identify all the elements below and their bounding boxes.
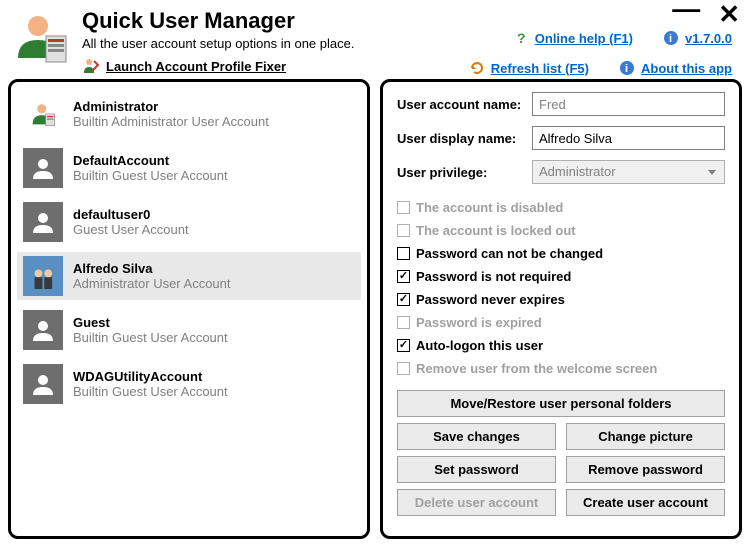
account-name-input[interactable] xyxy=(532,92,725,116)
set-password-button[interactable]: Set password xyxy=(397,456,556,483)
avatar xyxy=(23,310,63,350)
svg-text:i: i xyxy=(669,33,672,45)
user-desc: Builtin Guest User Account xyxy=(73,168,228,183)
privilege-select[interactable]: Administrator xyxy=(532,160,725,184)
minimize-button[interactable]: — xyxy=(672,4,700,24)
user-item[interactable]: DefaultAccountBuiltin Guest User Account xyxy=(17,144,361,192)
info-icon: i xyxy=(663,30,679,46)
refresh-link[interactable]: Refresh list (F5) xyxy=(469,60,589,76)
check-row[interactable]: Auto-logon this user xyxy=(397,338,725,353)
remove-password-button[interactable]: Remove password xyxy=(566,456,725,483)
user-desc: Builtin Guest User Account xyxy=(73,330,228,345)
user-info: defaultuser0Guest User Account xyxy=(73,207,189,237)
check-row: Remove user from the welcome screen xyxy=(397,361,725,376)
launch-fixer-link[interactable]: Launch Account Profile Fixer xyxy=(106,59,286,74)
avatar xyxy=(23,364,63,404)
window-controls: — ✕ xyxy=(672,4,740,24)
check-label: Password can not be changed xyxy=(416,246,603,261)
check-label: The account is locked out xyxy=(416,223,576,238)
user-list-panel: AdministratorBuiltin Administrator User … xyxy=(8,79,370,539)
app-icon xyxy=(12,8,72,68)
avatar xyxy=(23,256,63,296)
avatar xyxy=(23,94,63,134)
user-desc: Builtin Administrator User Account xyxy=(73,114,269,129)
account-name-row: User account name: xyxy=(397,92,725,116)
svg-text:i: i xyxy=(625,63,628,75)
display-name-input[interactable] xyxy=(532,126,725,150)
user-name: defaultuser0 xyxy=(73,207,189,222)
user-item[interactable]: Alfredo SilvaAdministrator User Account xyxy=(17,252,361,300)
create-user-button[interactable]: Create user account xyxy=(566,489,725,516)
check-row: The account is disabled xyxy=(397,200,725,215)
fixer-icon xyxy=(82,57,100,75)
checkbox[interactable] xyxy=(397,270,410,283)
check-label: Password is not required xyxy=(416,269,571,284)
user-desc: Builtin Guest User Account xyxy=(73,384,228,399)
display-name-label: User display name: xyxy=(397,131,532,146)
checkbox xyxy=(397,224,410,237)
user-info: DefaultAccountBuiltin Guest User Account xyxy=(73,153,228,183)
user-name: WDAGUtilityAccount xyxy=(73,369,228,384)
privilege-label: User privilege: xyxy=(397,165,532,180)
details-panel: User account name: User display name: Us… xyxy=(380,79,742,539)
svg-text:?: ? xyxy=(517,30,526,46)
user-name: Alfredo Silva xyxy=(73,261,231,276)
user-name: DefaultAccount xyxy=(73,153,228,168)
checkbox[interactable] xyxy=(397,247,410,260)
check-row[interactable]: Password never expires xyxy=(397,292,725,307)
save-button[interactable]: Save changes xyxy=(397,423,556,450)
user-desc: Guest User Account xyxy=(73,222,189,237)
avatar xyxy=(23,202,63,242)
user-item[interactable]: GuestBuiltin Guest User Account xyxy=(17,306,361,354)
user-info: WDAGUtilityAccountBuiltin Guest User Acc… xyxy=(73,369,228,399)
check-label: The account is disabled xyxy=(416,200,563,215)
user-info: AdministratorBuiltin Administrator User … xyxy=(73,99,269,129)
account-name-label: User account name: xyxy=(397,97,532,112)
check-row: The account is locked out xyxy=(397,223,725,238)
display-name-row: User display name: xyxy=(397,126,725,150)
header-links-row2: Refresh list (F5) i About this app xyxy=(469,60,732,76)
change-picture-button[interactable]: Change picture xyxy=(566,423,725,450)
user-item[interactable]: AdministratorBuiltin Administrator User … xyxy=(17,90,361,138)
delete-user-button[interactable]: Delete user account xyxy=(397,489,556,516)
move-restore-button[interactable]: Move/Restore user personal folders xyxy=(397,390,725,417)
body: AdministratorBuiltin Administrator User … xyxy=(0,79,750,547)
check-label: Auto-logon this user xyxy=(416,338,543,353)
refresh-icon xyxy=(469,60,485,76)
about-link[interactable]: i About this app xyxy=(619,60,732,76)
info-icon: i xyxy=(619,60,635,76)
avatar xyxy=(23,148,63,188)
privilege-row: User privilege: Administrator xyxy=(397,160,725,184)
user-desc: Administrator User Account xyxy=(73,276,231,291)
checkbox xyxy=(397,316,410,329)
check-label: Password never expires xyxy=(416,292,565,307)
close-button[interactable]: ✕ xyxy=(718,4,740,24)
checkbox xyxy=(397,201,410,214)
user-info: GuestBuiltin Guest User Account xyxy=(73,315,228,345)
version-link[interactable]: i v1.7.0.0 xyxy=(663,30,732,46)
button-group: Move/Restore user personal folders Save … xyxy=(397,390,725,516)
user-item[interactable]: WDAGUtilityAccountBuiltin Guest User Acc… xyxy=(17,360,361,408)
check-row[interactable]: Password can not be changed xyxy=(397,246,725,261)
app-window: — ✕ Quick User Manager All the user acco… xyxy=(0,0,750,550)
checkbox[interactable] xyxy=(397,339,410,352)
help-icon: ? xyxy=(513,30,529,46)
check-label: Remove user from the welcome screen xyxy=(416,361,657,376)
user-name: Guest xyxy=(73,315,228,330)
check-row: Password is expired xyxy=(397,315,725,330)
header-links-row1: ? Online help (F1) i v1.7.0.0 xyxy=(513,30,732,46)
user-item[interactable]: defaultuser0Guest User Account xyxy=(17,198,361,246)
user-name: Administrator xyxy=(73,99,269,114)
online-help-link[interactable]: ? Online help (F1) xyxy=(513,30,633,46)
user-info: Alfredo SilvaAdministrator User Account xyxy=(73,261,231,291)
check-label: Password is expired xyxy=(416,315,542,330)
checkbox[interactable] xyxy=(397,293,410,306)
check-row[interactable]: Password is not required xyxy=(397,269,725,284)
checkbox-group: The account is disabled The account is lo… xyxy=(397,200,725,376)
checkbox xyxy=(397,362,410,375)
